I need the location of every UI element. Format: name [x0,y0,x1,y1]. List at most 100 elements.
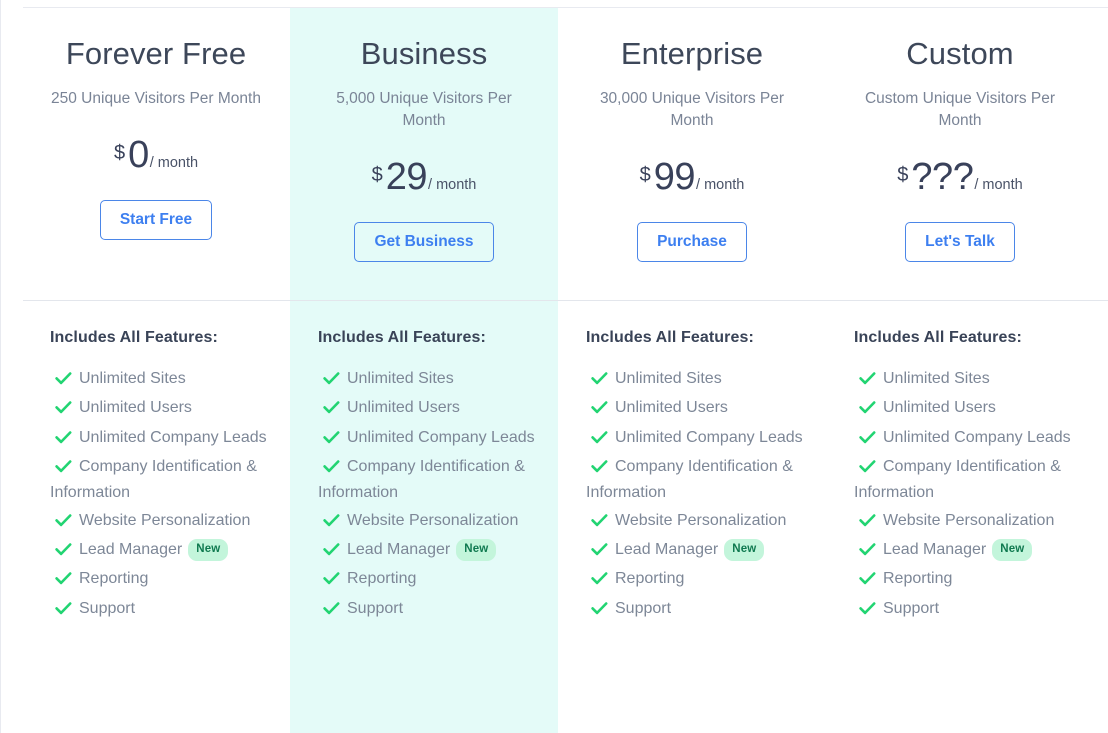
plan-cta-button-business[interactable]: Get Business [354,221,494,262]
feature-item: Company Identification & Information [854,455,1084,506]
new-badge: New [992,538,1033,562]
feature-label: Reporting [615,570,685,588]
check-icon [323,540,340,564]
feature-label: Company Identification & Information [854,457,1061,502]
feature-item: Support [586,597,816,623]
feature-label: Website Personalization [615,511,787,529]
feature-label: Unlimited Sites [347,370,454,387]
feature-item: Support [318,597,548,623]
check-icon [55,369,72,393]
feature-list: Unlimited Sites Unlimited Users Unlimited … [586,367,816,623]
plan-header-enterprise: Enterprise 30,000 Unique Visitors Per Mo… [558,8,826,300]
feature-list: Unlimited Sites Unlimited Users Unlimited … [50,367,280,623]
feature-label: Lead Manager [347,540,451,558]
feature-item: Unlimited Sites [50,367,280,393]
features-heading: Includes All Features: [318,329,486,346]
feature-item: Unlimited Sites [318,367,548,393]
plan-subtitle: Custom Unique Visitors Per Month [864,89,1056,129]
check-icon [591,540,608,564]
check-icon [859,457,876,481]
feature-label: Company Identification & Information [318,457,525,502]
plan-features-custom: Includes All Features: Unlimited Sites Un… [826,300,1094,626]
plan-title: Forever Free [65,36,247,71]
check-icon [55,511,72,535]
feature-label: Support [883,599,940,617]
feature-item: Company Identification & Information [50,455,280,506]
check-icon [859,398,876,422]
feature-label: Company Identification & Information [50,457,257,502]
price-currency-symbol: $ [113,141,126,164]
plan-cta-button-forever-free[interactable]: Start Free [99,199,213,240]
feature-label: Support [615,599,672,617]
feature-label: Support [79,599,136,617]
check-icon [323,398,340,422]
plan-column-forever-free: Forever Free 250 Unique Visitors Per Mon… [22,8,290,733]
plan-header-custom: Custom Custom Unique Visitors Per Month … [826,8,1094,300]
feature-label: Unlimited Sites [615,370,722,387]
features-heading: Includes All Features: [586,329,754,346]
price-amount: 29 [385,155,428,198]
price-currency-symbol: $ [897,163,909,186]
check-icon [859,569,876,593]
plan-features-forever-free: Includes All Features: Unlimited Sites Un… [22,300,290,626]
feature-label: Unlimited Users [883,399,996,417]
plan-price: $ ??? / month [840,158,1080,196]
plan-title: Custom [906,36,1014,71]
new-badge: New [456,538,497,562]
price-amount: 99 [653,155,696,198]
feature-item: Website Personalization [586,509,816,535]
feature-item: Reporting [586,567,816,593]
new-badge: New [724,538,765,562]
price-amount: ??? [911,155,974,198]
check-icon [55,457,72,481]
plan-cta-button-enterprise[interactable]: Purchase [637,221,747,262]
plan-header-forever-free: Forever Free 250 Unique Visitors Per Mon… [22,8,290,300]
feature-label: Reporting [347,570,417,588]
check-icon [323,599,340,623]
feature-item: Website Personalization [50,509,280,535]
feature-item: Website Personalization [318,509,548,535]
feature-item: Company Identification & Information [318,455,548,506]
feature-item: Unlimited Sites [854,367,1084,393]
check-icon [591,457,608,481]
plan-header-business: Business 5,000 Unique Visitors Per Month… [290,8,558,300]
feature-label: Website Personalization [347,511,519,529]
feature-item: Support [50,597,280,623]
feature-item: Reporting [318,567,548,593]
check-icon [323,428,340,452]
feature-label: Reporting [883,570,953,588]
features-heading: Includes All Features: [854,329,1022,346]
check-icon [859,599,876,623]
price-period: / month [696,176,745,193]
plan-price: $ 99 / month [572,158,812,196]
plan-features-business: Includes All Features: Unlimited Sites Un… [290,300,558,626]
feature-label: Company Identification & Information [586,457,793,502]
check-icon [591,428,608,452]
feature-label: Reporting [79,570,149,588]
check-icon [591,511,608,535]
feature-item: Lead Manager New [318,538,548,564]
feature-item: Support [854,597,1084,623]
check-icon [591,599,608,623]
plan-title: Business [360,36,488,71]
plan-subtitle: 250 Unique Visitors Per Month [51,89,261,107]
feature-label: Unlimited Users [615,399,728,417]
plan-columns: Forever Free 250 Unique Visitors Per Mon… [1,8,1108,733]
plan-column-custom: Custom Custom Unique Visitors Per Month … [826,8,1094,733]
check-icon [323,511,340,535]
feature-item: Lead Manager New [586,538,816,564]
feature-label: Unlimited Users [347,399,460,417]
feature-list: Unlimited Sites Unlimited Users Unlimited … [318,367,548,623]
features-heading: Includes All Features: [50,329,218,346]
plan-column-enterprise: Enterprise 30,000 Unique Visitors Per Mo… [558,8,826,733]
check-icon [591,369,608,393]
check-icon [323,569,340,593]
feature-label: Website Personalization [883,511,1055,529]
feature-item: Unlimited Users [318,396,548,422]
feature-label: Lead Manager [883,540,987,558]
plan-price: $ 29 / month [304,158,544,196]
check-icon [591,398,608,422]
plan-cta-button-custom[interactable]: Let's Talk [905,221,1015,262]
feature-item: Unlimited Sites [586,367,816,393]
plan-subtitle: 30,000 Unique Visitors Per Month [599,89,785,129]
